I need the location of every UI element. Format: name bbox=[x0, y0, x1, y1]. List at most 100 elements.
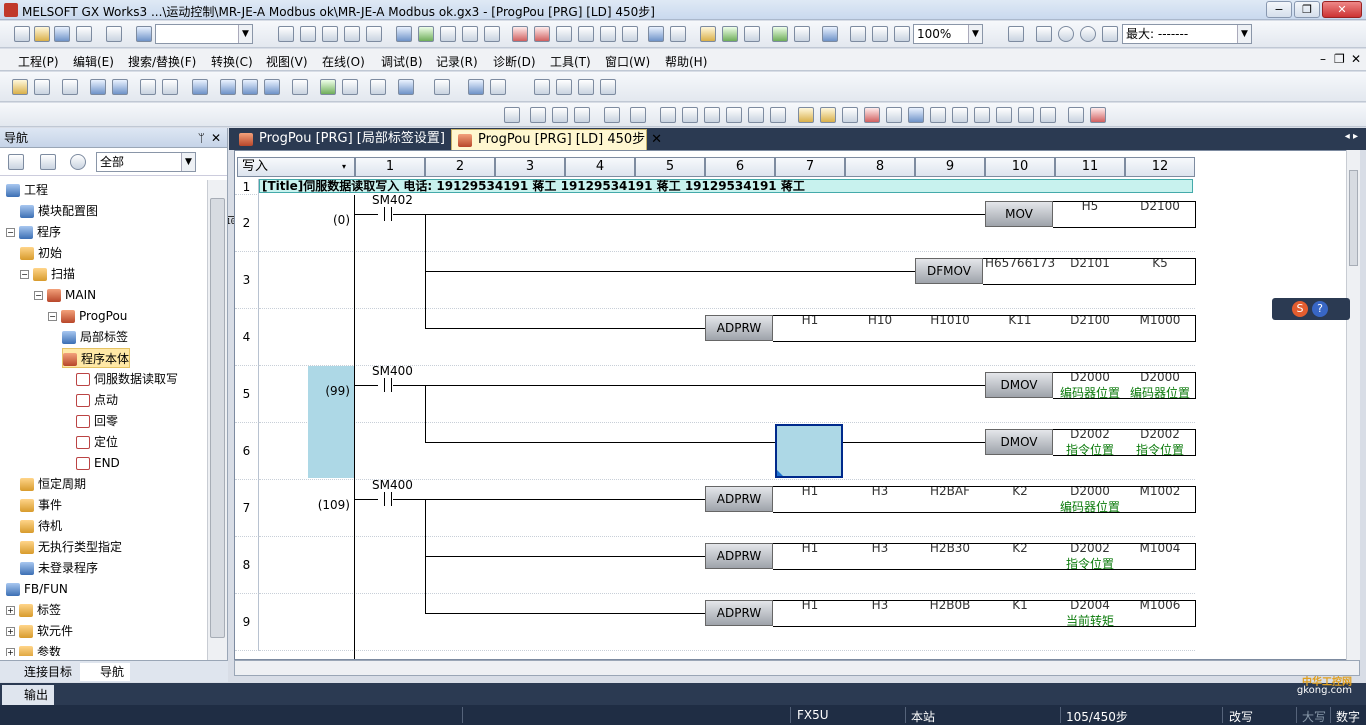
cut-icon[interactable] bbox=[278, 26, 294, 42]
contact-label[interactable]: SM400 bbox=[372, 478, 413, 492]
tree-item[interactable]: 工程 bbox=[6, 180, 48, 200]
monitor-icon[interactable] bbox=[578, 26, 594, 42]
ladder-tool9-icon[interactable] bbox=[726, 107, 742, 123]
copy-icon[interactable] bbox=[300, 26, 316, 42]
tree-toggle-icon[interactable]: − bbox=[48, 312, 57, 321]
restore-button[interactable]: ❐ bbox=[1294, 1, 1320, 18]
instruction-box[interactable]: ADPRW bbox=[705, 600, 773, 626]
menu-online[interactable]: 在线(O) bbox=[322, 53, 365, 70]
ladder-tool3-icon[interactable] bbox=[574, 107, 590, 123]
tab-connection-target[interactable]: 连接目标 bbox=[4, 663, 72, 681]
menu-view[interactable]: 视图(V) bbox=[266, 53, 308, 70]
editor-vertical-scrollbar[interactable] bbox=[1346, 150, 1360, 660]
check-icon[interactable] bbox=[1058, 26, 1074, 42]
tree-item[interactable]: + 标签 bbox=[6, 600, 61, 620]
zoom-select[interactable]: 100% ▼ bbox=[913, 24, 983, 44]
tree-toggle-icon[interactable]: + bbox=[6, 648, 15, 656]
ladder-tool19-icon[interactable] bbox=[952, 107, 968, 123]
tree-toggle-icon[interactable]: − bbox=[34, 291, 43, 300]
mdi-minimize-button[interactable]: – bbox=[1320, 52, 1326, 66]
verify-icon[interactable] bbox=[556, 26, 572, 42]
menu-help[interactable]: 帮助(H) bbox=[665, 53, 707, 70]
menu-diagnostics[interactable]: 诊断(D) bbox=[493, 53, 536, 70]
mdi-close-button[interactable]: ✕ bbox=[1351, 52, 1361, 66]
dev-view-icon[interactable] bbox=[192, 79, 208, 95]
find-icon[interactable] bbox=[418, 26, 434, 42]
comment-icon[interactable] bbox=[700, 26, 716, 42]
user-icon[interactable] bbox=[106, 26, 122, 42]
note-icon[interactable] bbox=[744, 26, 760, 42]
minimize-button[interactable]: − bbox=[1266, 1, 1292, 18]
params-icon[interactable] bbox=[292, 79, 308, 95]
grid-icon[interactable] bbox=[534, 79, 550, 95]
menu-debug[interactable]: 调试(B) bbox=[381, 53, 423, 70]
tree-toggle-icon[interactable]: + bbox=[6, 606, 15, 615]
ladder-tool17-icon[interactable] bbox=[908, 107, 924, 123]
tree-item[interactable]: − ProgPou bbox=[48, 306, 127, 326]
list-icon[interactable] bbox=[578, 79, 594, 95]
contact-label[interactable]: SM400 bbox=[372, 364, 413, 378]
tree-item[interactable]: 恒定周期 bbox=[20, 474, 86, 494]
dev-rw-icon[interactable] bbox=[242, 79, 258, 95]
tree-item[interactable]: + 参数 bbox=[6, 642, 61, 656]
ladder-tool13-icon[interactable] bbox=[820, 107, 836, 123]
sogou-icon[interactable]: S bbox=[1292, 301, 1308, 317]
hierarchy-icon[interactable] bbox=[600, 79, 616, 95]
fit-width-icon[interactable] bbox=[894, 26, 910, 42]
undo-icon[interactable] bbox=[344, 26, 360, 42]
tree-item[interactable]: 程序本体 bbox=[62, 348, 131, 368]
ladder-tool8-icon[interactable] bbox=[704, 107, 720, 123]
read-plc-icon[interactable] bbox=[534, 26, 550, 42]
dev-monitor-icon[interactable] bbox=[398, 79, 414, 95]
max-scan-select[interactable]: 最大: ------- ▼ bbox=[1122, 24, 1252, 44]
instruction-box[interactable]: DMOV bbox=[985, 429, 1053, 455]
statement-icon[interactable] bbox=[722, 26, 738, 42]
debug-icon[interactable] bbox=[370, 79, 386, 95]
tree-item[interactable]: 定位 bbox=[76, 432, 118, 452]
dev-batch-view-icon[interactable] bbox=[264, 79, 280, 95]
instruction-box[interactable]: ADPRW bbox=[705, 315, 773, 341]
print-icon[interactable] bbox=[76, 26, 92, 42]
sampling-icon[interactable] bbox=[434, 79, 450, 95]
tree-item[interactable]: 待机 bbox=[20, 516, 62, 536]
tree-toggle-icon[interactable]: + bbox=[6, 627, 15, 636]
open-folder-icon[interactable] bbox=[34, 26, 50, 42]
paste-icon[interactable] bbox=[322, 26, 338, 42]
filter-select[interactable]: 全部 ▼ bbox=[96, 152, 196, 172]
tree-item[interactable]: FB/FUN bbox=[6, 579, 68, 599]
binoculars-icon[interactable] bbox=[140, 79, 156, 95]
tree-scroll-thumb[interactable] bbox=[210, 198, 225, 638]
ladder-tool25-icon[interactable] bbox=[1090, 107, 1106, 123]
tree-item[interactable]: 初始 bbox=[20, 243, 62, 263]
device-list-icon[interactable] bbox=[484, 26, 500, 42]
menu-window[interactable]: 窗口(W) bbox=[605, 53, 650, 70]
tree-item[interactable]: 回零 bbox=[76, 411, 118, 431]
cell-cursor[interactable] bbox=[775, 424, 843, 478]
tree-item[interactable]: − MAIN bbox=[34, 285, 96, 305]
screen-icon[interactable] bbox=[468, 79, 484, 95]
cpu-icon[interactable] bbox=[62, 79, 78, 95]
contact-label[interactable]: SM402 bbox=[372, 193, 413, 207]
dev-batch-icon[interactable] bbox=[670, 26, 686, 42]
online-change-icon[interactable] bbox=[822, 26, 838, 42]
instruction-box[interactable]: MOV bbox=[985, 201, 1053, 227]
tree-item[interactable]: 点动 bbox=[76, 390, 118, 410]
table-icon[interactable] bbox=[556, 79, 572, 95]
instruction-box[interactable]: ADPRW bbox=[705, 486, 773, 512]
tab-ladder-editor[interactable]: ProgPou [PRG] [LD] 450步 ✕ bbox=[451, 129, 662, 150]
device-search-icon[interactable] bbox=[396, 26, 412, 42]
redo-icon[interactable] bbox=[366, 26, 382, 42]
help-icon[interactable]: ? bbox=[1312, 301, 1328, 317]
device-view-icon[interactable] bbox=[162, 79, 178, 95]
gear-icon[interactable] bbox=[70, 154, 86, 170]
replace-icon[interactable] bbox=[440, 26, 456, 42]
tree-item[interactable]: 伺服数据读取写 bbox=[76, 369, 178, 389]
menu-record[interactable]: 记录(R) bbox=[436, 53, 478, 70]
instruction-box[interactable]: ADPRW bbox=[705, 543, 773, 569]
module-icon[interactable] bbox=[34, 79, 50, 95]
ladder-tool2-icon[interactable] bbox=[552, 107, 568, 123]
stop-icon[interactable] bbox=[1036, 26, 1052, 42]
window-icon[interactable] bbox=[90, 79, 106, 95]
instruction-box[interactable]: DFMOV bbox=[915, 258, 983, 284]
new-file-icon[interactable] bbox=[14, 26, 30, 42]
